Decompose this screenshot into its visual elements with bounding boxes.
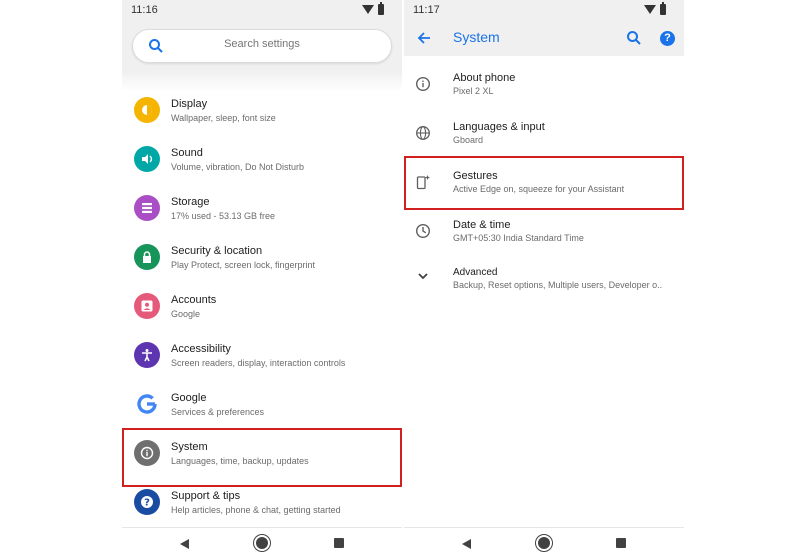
settings-item-sound[interactable]: Sound Volume, vibration, Do Not Disturb [122,136,402,184]
item-subtitle: Volume, vibration, Do Not Disturb [171,162,305,172]
item-title: Storage [171,196,210,208]
nav-bar [122,527,402,560]
item-title: Accessibility [171,343,231,355]
home-nav-icon[interactable] [538,537,550,549]
search-icon[interactable] [626,30,642,46]
item-subtitle: Services & preferences [171,407,265,417]
status-bar: 11:17 [404,0,684,20]
settings-item-storage[interactable]: Storage 17% used - 53.13 GB free [122,185,402,233]
item-title: Security & location [171,245,263,257]
display-icon [134,97,160,123]
item-title: About phone [453,72,516,84]
storage-icon [134,195,160,221]
search-placeholder: Search settings [224,38,300,50]
item-subtitle: Help articles, phone & chat, getting sta… [171,505,341,515]
system-item-advanced[interactable]: Advanced Backup, Reset options, Multiple… [404,255,684,303]
accessibility-icon [134,342,160,368]
item-subtitle: Backup, Reset options, Multiple users, D… [453,280,663,290]
settings-item-accessibility[interactable]: Accessibility Screen readers, display, i… [122,332,402,380]
item-subtitle: Screen readers, display, interaction con… [171,358,346,368]
search-bar[interactable]: Search settings [132,29,392,63]
highlight-gestures [404,156,684,210]
search-area: Search settings [122,20,402,74]
status-time: 11:17 [413,4,440,16]
status-bar: 11:16 [122,0,402,20]
system-item-languages[interactable]: Languages & input Gboard [404,108,684,156]
back-nav-icon[interactable] [180,539,189,549]
system-screen: 11:17 System ? About phone Pixel 2 XL La [404,0,684,560]
item-subtitle: Play Protect, screen lock, fingerprint [171,260,316,270]
back-arrow-icon[interactable] [416,30,432,46]
nav-bar [404,527,684,560]
item-title: Date & time [453,219,511,231]
status-icons [644,2,674,16]
item-subtitle: Wallpaper, sleep, font size [171,113,276,123]
battery-icon [378,2,384,15]
clock-icon [415,223,431,239]
system-item-date-time[interactable]: Date & time GMT+05:30 India Standard Tim… [404,206,684,254]
lock-icon [134,244,160,270]
help-icon[interactable]: ? [660,31,675,46]
item-title: Accounts [171,294,217,306]
item-title: Display [171,98,208,110]
wifi-icon [644,5,656,14]
recents-nav-icon[interactable] [334,538,344,548]
item-subtitle: Gboard [453,135,484,145]
battery-icon [660,2,666,15]
item-title: Languages & input [453,121,545,133]
item-title: Support & tips [171,490,241,502]
system-item-about[interactable]: About phone Pixel 2 XL [404,59,684,107]
settings-item-display[interactable]: Display Wallpaper, sleep, font size [122,87,402,135]
account-icon [134,293,160,319]
highlight-system [122,428,402,487]
sound-icon [134,146,160,172]
settings-item-accounts[interactable]: Accounts Google [122,283,402,331]
google-icon [134,391,160,417]
status-time: 11:16 [131,4,158,16]
item-subtitle: Google [171,309,201,319]
globe-icon [416,126,430,140]
item-title: Sound [171,147,203,159]
chevron-down-icon [418,273,428,280]
help-icon: ? [134,489,160,515]
item-subtitle: 17% used - 53.13 GB free [171,211,276,221]
item-subtitle: Pixel 2 XL [453,86,494,96]
item-title: Advanced [453,267,498,278]
back-nav-icon[interactable] [462,539,471,549]
wifi-icon [362,5,374,14]
item-title: Google [171,392,207,404]
page-title: System [453,29,500,45]
recents-nav-icon[interactable] [616,538,626,548]
settings-item-google[interactable]: Google Services & preferences [122,381,402,429]
home-nav-icon[interactable] [256,537,268,549]
svg-text:?: ? [144,498,150,509]
app-bar: System ? [404,20,684,56]
status-icons [362,2,392,16]
item-subtitle: GMT+05:30 India Standard Time [453,233,584,243]
settings-item-security[interactable]: Security & location Play Protect, screen… [122,234,402,282]
info-outline-icon [415,76,431,92]
